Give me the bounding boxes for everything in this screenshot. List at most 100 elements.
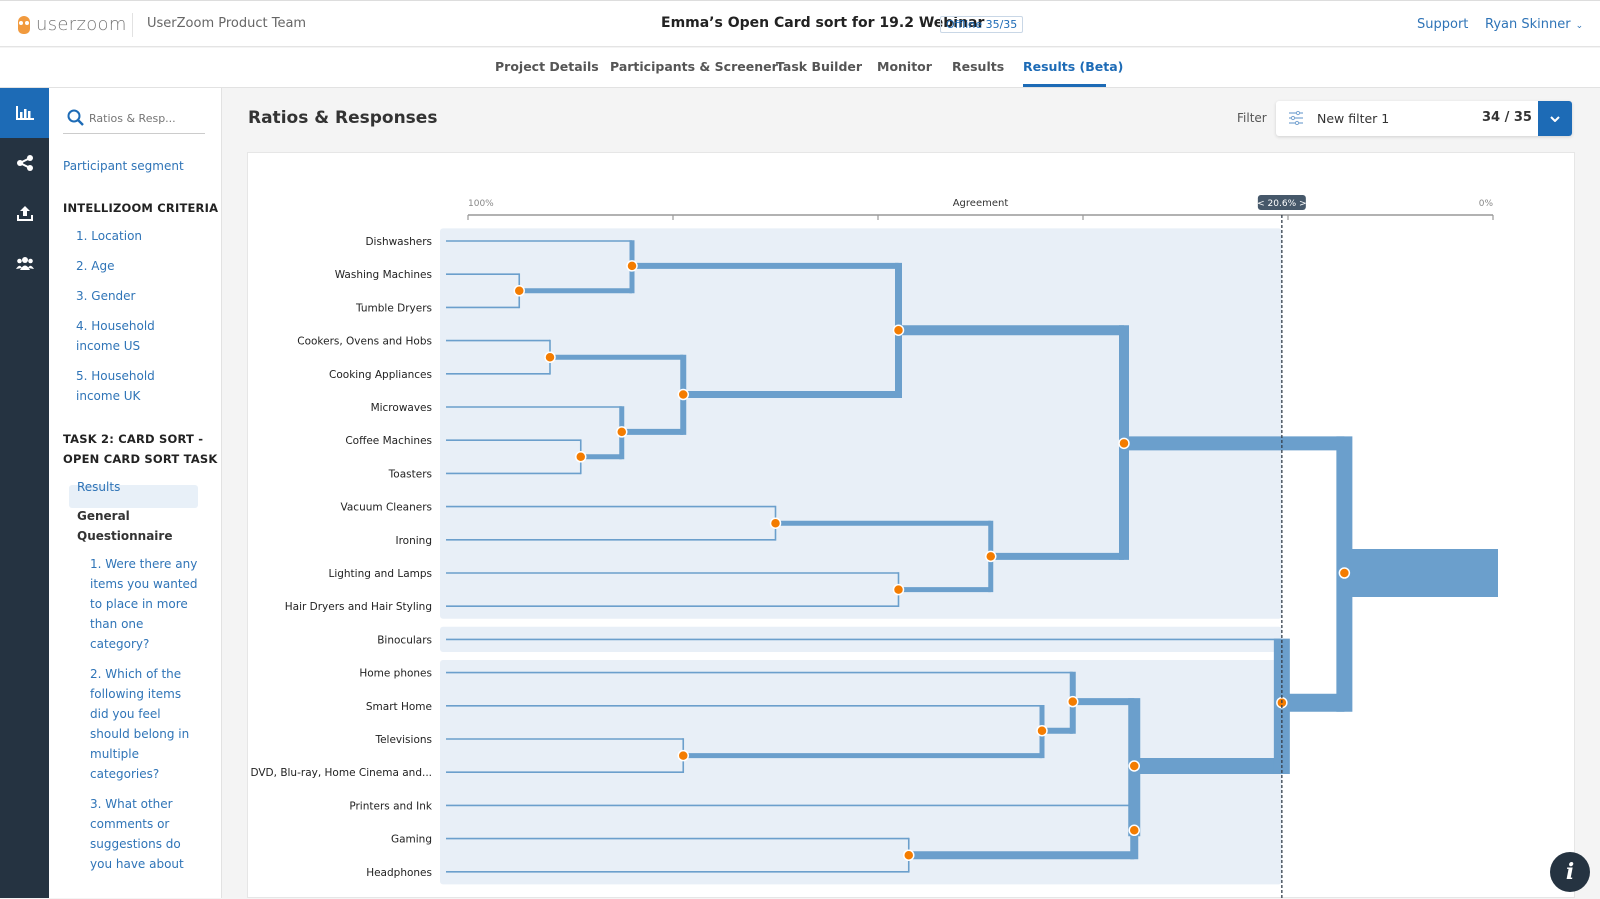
leaf-label: Home phones	[359, 668, 432, 680]
rail-participants-button[interactable]	[0, 238, 49, 288]
user-name: Ryan Skinner	[1485, 17, 1571, 32]
participant-segment-link[interactable]: Participant segment	[63, 156, 184, 176]
leaf-label: Hair Dryers and Hair Styling	[285, 601, 432, 613]
chevron-down-icon: ⌄	[1575, 21, 1584, 31]
axis-title: Agreement	[953, 198, 1009, 209]
leaf-label: Tumble Dryers	[355, 302, 432, 314]
filter-selector[interactable]: New filter 1 34 / 35	[1276, 101, 1572, 136]
merge-node[interactable]	[903, 849, 915, 861]
criteria-item[interactable]: 3. Gender	[76, 286, 135, 306]
criteria-item-line[interactable]: income US	[76, 336, 140, 356]
merge-node[interactable]	[892, 324, 905, 336]
icon-rail	[0, 88, 49, 898]
project-nav: Project Details Participants & Screener …	[0, 48, 1600, 88]
merge-node[interactable]	[544, 351, 556, 363]
merge-node[interactable]	[769, 517, 782, 529]
status-badge: Offline 35/35	[940, 16, 1024, 33]
team-name[interactable]: UserZoom Product Team	[147, 16, 306, 31]
leaf-label: Vacuum Cleaners	[341, 502, 433, 514]
merge-node[interactable]	[626, 260, 638, 272]
rail-export-button[interactable]	[0, 188, 49, 238]
merge-node[interactable]	[513, 285, 525, 297]
tab-participants-screener[interactable]: Participants & Screener	[610, 59, 778, 74]
active-tab-indicator	[1023, 84, 1106, 87]
user-menu[interactable]: Ryan Skinner ⌄	[1485, 17, 1583, 32]
merge-node[interactable]	[1036, 724, 1048, 737]
leaf-label: Dishwashers	[365, 236, 432, 248]
tab-monitor[interactable]: Monitor	[877, 59, 932, 74]
info-button[interactable]: i	[1550, 852, 1590, 892]
filter-dropdown-button[interactable]	[1538, 101, 1572, 136]
sliders-icon	[1289, 111, 1303, 125]
agreement-axis: Agreement 100% 0%	[467, 198, 1494, 220]
question-item-line[interactable]: multiple	[90, 744, 139, 764]
merge-node[interactable]	[1338, 567, 1351, 579]
question-item[interactable]: 2. Which of the	[90, 664, 181, 684]
filter-label: Filter	[1237, 111, 1267, 125]
sidebar-search[interactable]	[63, 108, 205, 134]
leaf-label: Cookers, Ovens and Hobs	[297, 336, 432, 348]
cluster-background	[440, 228, 1282, 619]
merge-node[interactable]	[1128, 824, 1140, 837]
results-sidebar: Participant segment INTELLIZOOM CRITERIA…	[49, 88, 222, 898]
tab-project-details[interactable]: Project Details	[495, 59, 599, 74]
upload-icon	[16, 206, 33, 221]
info-icon: i	[1565, 859, 1575, 885]
question-item[interactable]: 3. What other	[90, 794, 173, 814]
criteria-item[interactable]: 2. Age	[76, 256, 114, 276]
criteria-heading: INTELLIZOOM CRITERIA	[63, 201, 219, 215]
criteria-item[interactable]: 1. Location	[76, 226, 142, 246]
dendrogram-card: Agreement 100% 0% Dishwashers Washing Mac…	[247, 152, 1576, 899]
search-input[interactable]	[89, 108, 201, 128]
question-item-line[interactable]: suggestions do	[90, 834, 181, 854]
merge-node[interactable]	[1128, 760, 1140, 772]
question-item-line[interactable]: categories?	[90, 764, 159, 784]
leaf-label: Coffee Machines	[345, 435, 432, 447]
leaf-label: Printers and Ink	[349, 800, 433, 812]
criteria-item[interactable]: 5. Household	[76, 366, 155, 386]
question-item-line[interactable]: items you wanted	[90, 574, 198, 594]
leaf-label: DVD, Blu-ray, Home Cinema and...	[250, 767, 432, 779]
question-item-line[interactable]: you have about	[90, 854, 184, 874]
filter-name: New filter 1	[1317, 111, 1390, 126]
leaf-label: Microwaves	[371, 402, 432, 414]
question-item-line[interactable]: following items	[90, 684, 181, 704]
criteria-item-line[interactable]: income UK	[76, 386, 140, 406]
criteria-item[interactable]: 4. Household	[76, 316, 155, 336]
leaf-label: Toasters	[388, 468, 432, 480]
axis-label-100: 100%	[468, 199, 494, 209]
logo[interactable]: userzoom	[18, 14, 127, 35]
tab-task-builder[interactable]: Task Builder	[776, 59, 862, 74]
task-heading-line1: TASK 2: CARD SORT -	[63, 432, 204, 446]
merge-node[interactable]	[892, 583, 905, 596]
tab-results-beta[interactable]: Results (Beta)	[1023, 59, 1123, 74]
sidebar-item-results[interactable]: Results	[77, 477, 120, 497]
question-item-line[interactable]: than one	[90, 614, 143, 634]
merge-node[interactable]	[677, 388, 689, 401]
merge-node[interactable]	[1067, 695, 1079, 708]
search-icon	[67, 109, 84, 126]
cut-threshold-value: < 20.6% >	[1257, 199, 1306, 209]
leaf-label: Lighting and Lamps	[328, 568, 432, 580]
axis-label-0: 0%	[1479, 199, 1494, 209]
question-item-line[interactable]: should belong in	[90, 724, 189, 744]
users-icon	[15, 257, 34, 270]
rail-share-button[interactable]	[0, 138, 49, 188]
dendrogram-chart[interactable]: Agreement 100% 0% Dishwashers Washing Mac…	[248, 153, 1576, 899]
owl-logo-icon	[18, 15, 30, 34]
rail-analytics-button[interactable]	[0, 88, 49, 138]
merge-node[interactable]	[1118, 437, 1130, 450]
question-item-line[interactable]: comments or	[90, 814, 169, 834]
question-item-line[interactable]: to place in more	[90, 594, 188, 614]
header-divider	[132, 13, 133, 37]
question-item-line[interactable]: did you feel	[90, 704, 161, 724]
tab-results[interactable]: Results	[952, 59, 1004, 74]
merge-node[interactable]	[677, 749, 689, 762]
merge-node[interactable]	[575, 451, 587, 463]
merge-node[interactable]	[616, 426, 628, 438]
merge-node[interactable]	[985, 550, 997, 563]
question-item-line[interactable]: category?	[90, 634, 149, 654]
question-item[interactable]: 1. Were there any	[90, 554, 197, 574]
leaf-label: Cooking Appliances	[329, 369, 432, 381]
support-link[interactable]: Support	[1417, 17, 1468, 32]
